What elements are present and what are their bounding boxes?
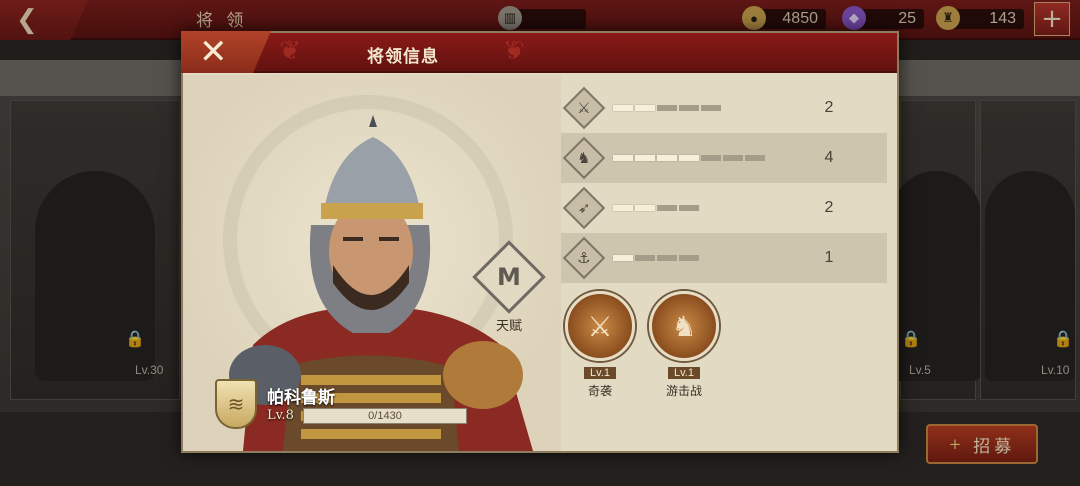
- sword-icon: ⚔: [562, 86, 606, 130]
- skill-ambush[interactable]: ⚔ Lv.1 奇袭: [563, 291, 637, 399]
- stat-row-navy: ⚓ 1: [561, 233, 887, 283]
- stat-pip-filled: [613, 255, 633, 261]
- stat-pip-empty: [657, 205, 677, 211]
- xp-text: 0/1430: [368, 410, 402, 422]
- stat-pip-filled: [635, 155, 655, 161]
- rank-chevrons: ≋: [227, 392, 245, 416]
- stat-pip-empty: [679, 105, 699, 111]
- stat-pip-empty: [745, 155, 765, 161]
- stat-list: ⚔ 2 ♞ 4 ➶ 2 ⚓ 1: [561, 83, 887, 283]
- stat-pip-empty: [635, 255, 655, 261]
- stat-pip-filled: [679, 155, 699, 161]
- stat-pip-filled: [635, 205, 655, 211]
- stat-value: 4: [824, 149, 834, 166]
- modal-header: ❦ 将领信息 ❦: [183, 33, 897, 73]
- stat-pips: [613, 205, 793, 211]
- talent-icon: M: [497, 262, 521, 291]
- rank-badge-icon: ≋: [215, 379, 257, 429]
- stat-pip-filled: [613, 105, 633, 111]
- stat-pip-filled: [635, 105, 655, 111]
- stat-pips: [613, 255, 793, 261]
- stat-pip-empty: [701, 105, 721, 111]
- stat-row-infantry: ⚔ 2: [561, 83, 887, 133]
- horse-icon: ♞: [562, 136, 606, 180]
- skill-glyph: ♞: [671, 309, 697, 343]
- anchor-icon: ⚓: [562, 236, 606, 280]
- stat-pip-filled: [657, 155, 677, 161]
- guerrilla-skill-icon: ♞: [649, 291, 719, 361]
- stat-pip-empty: [657, 105, 677, 111]
- ambush-skill-icon: ⚔: [565, 291, 635, 361]
- close-icon: ✕: [199, 32, 228, 72]
- stat-row-archery: ➶ 2: [561, 183, 887, 233]
- hero-name: 帕科鲁斯: [267, 388, 335, 408]
- skill-name: 奇袭: [587, 384, 612, 398]
- bow-icon: ➶: [562, 186, 606, 230]
- skill-name: 游击战: [665, 384, 702, 398]
- stat-pips: [613, 155, 793, 161]
- stat-pip-empty: [701, 155, 721, 161]
- skill-guerrilla[interactable]: ♞ Lv.1 游击战: [647, 291, 721, 399]
- stat-pip-empty: [679, 255, 699, 261]
- stat-pip-filled: [613, 205, 633, 211]
- talent-button[interactable]: M 天赋: [472, 240, 546, 334]
- talent-label: 天赋: [495, 319, 522, 334]
- stat-pip-empty: [657, 255, 677, 261]
- skill-level: Lv.1: [584, 367, 616, 379]
- xp-bar: 0/1430: [303, 408, 467, 424]
- stat-value: 1: [824, 249, 834, 266]
- stat-pip-filled: [613, 155, 633, 161]
- skill-level: Lv.1: [668, 367, 700, 379]
- stat-pip-empty: [679, 205, 699, 211]
- talent-emblem: M: [472, 240, 546, 314]
- stat-row-cavalry: ♞ 4: [561, 133, 887, 183]
- stat-value: 2: [824, 199, 834, 216]
- hero-level: Lv.8: [267, 408, 294, 423]
- stat-pips: [613, 105, 793, 111]
- laurel-right-icon: ❦: [503, 36, 525, 66]
- general-info-modal: ❦ 将领信息 ❦ ✕ M 天赋 ≋ 帕科鲁斯 Lv.8 0/1430 ⚔ 2 ♞…: [181, 31, 899, 453]
- stat-value: 2: [824, 99, 834, 116]
- skill-glyph: ⚔: [587, 309, 613, 343]
- stat-pip-empty: [723, 155, 743, 161]
